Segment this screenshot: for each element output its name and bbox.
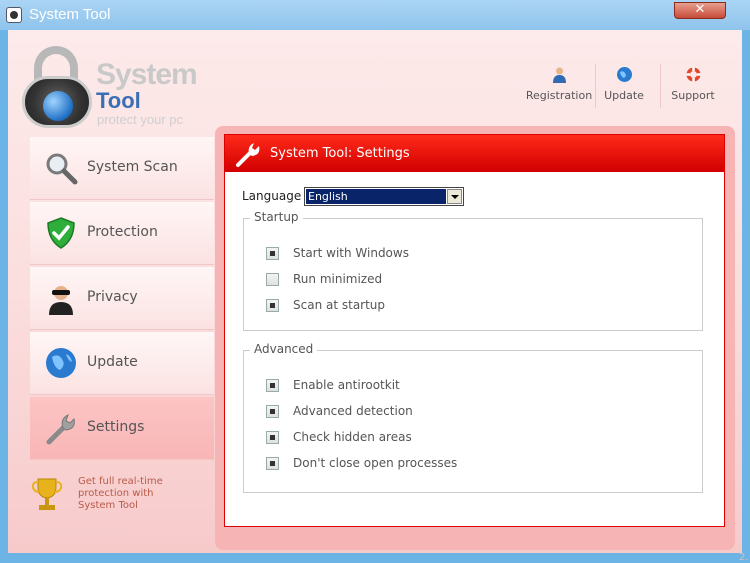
window-title: System Tool — [29, 6, 111, 23]
language-value: English — [306, 189, 446, 204]
startup-legend: Startup — [250, 210, 303, 224]
checkbox[interactable] — [266, 247, 279, 260]
option-label: Check hidden areas — [293, 430, 412, 444]
nav-label-update: Update — [87, 354, 138, 370]
app-icon — [6, 7, 22, 23]
nav-label-system-scan: System Scan — [87, 159, 178, 175]
logo-text-system: System — [96, 58, 198, 91]
support-button[interactable]: Support — [658, 66, 728, 102]
checkbox[interactable] — [266, 405, 279, 418]
registration-button[interactable]: Registration — [524, 66, 594, 102]
language-select[interactable]: English — [304, 187, 464, 206]
wrench-icon — [236, 143, 260, 167]
update-button[interactable]: Update — [589, 66, 659, 102]
promo-link[interactable]: Get full real-time protection with Syste… — [78, 476, 193, 512]
nav-label-privacy: Privacy — [87, 289, 138, 305]
globe-icon — [46, 348, 76, 378]
magnifier-icon — [46, 153, 78, 185]
nav-item-system-scan[interactable]: System Scan — [30, 137, 214, 200]
nav-label-settings: Settings — [87, 419, 145, 435]
checkbox[interactable] — [266, 457, 279, 470]
lifebuoy-icon — [686, 67, 700, 82]
option-label: Start with Windows — [293, 246, 409, 260]
settings-header: System Tool: Settings — [225, 135, 724, 172]
nav-item-privacy[interactable]: Privacy — [30, 267, 214, 330]
option-label: Enable antirootkit — [293, 378, 400, 392]
option-label: Run minimized — [293, 272, 383, 286]
version-text: 2. — [739, 552, 749, 563]
update-label: Update — [604, 89, 644, 102]
nav-item-update[interactable]: Update — [30, 332, 214, 395]
language-label: Language — [242, 189, 302, 203]
spy-icon — [49, 286, 73, 315]
advanced-group: Advanced Enable antirootkit Advanced det… — [243, 342, 703, 493]
app-client-area: System Tool protect your pc Registration… — [8, 30, 749, 563]
title-bar: System Tool ✕ — [0, 0, 750, 30]
nav-label-protection: Protection — [87, 224, 158, 240]
checkbox[interactable] — [266, 431, 279, 444]
logo-text-tool: Tool — [96, 88, 141, 113]
startup-group: Startup Start with Windows Run minimized… — [243, 210, 703, 331]
nav-item-settings[interactable]: Settings — [30, 397, 214, 460]
registration-label: Registration — [525, 89, 593, 102]
close-button[interactable]: ✕ — [674, 2, 726, 19]
shield-check-icon — [47, 217, 75, 249]
settings-panel: System Tool: Settings Language English S… — [224, 134, 725, 527]
trophy-icon — [31, 478, 63, 510]
wrench-icon — [46, 414, 75, 445]
globe-icon — [616, 67, 632, 82]
logo-tagline: protect your pc — [97, 112, 183, 127]
option-label: Advanced detection — [293, 404, 413, 418]
support-label: Support — [671, 89, 715, 102]
checkbox[interactable] — [266, 379, 279, 392]
option-label: Scan at startup — [293, 298, 386, 312]
settings-title: System Tool: Settings — [270, 146, 410, 161]
checkbox[interactable] — [266, 273, 279, 286]
nav-item-protection[interactable]: Protection — [30, 202, 214, 265]
option-label: Don't close open processes — [293, 456, 458, 470]
chevron-down-icon[interactable] — [447, 189, 462, 204]
advanced-legend: Advanced — [250, 342, 318, 356]
padlock-logo-icon — [22, 46, 92, 128]
checkbox[interactable] — [266, 299, 279, 312]
user-icon — [552, 67, 566, 83]
